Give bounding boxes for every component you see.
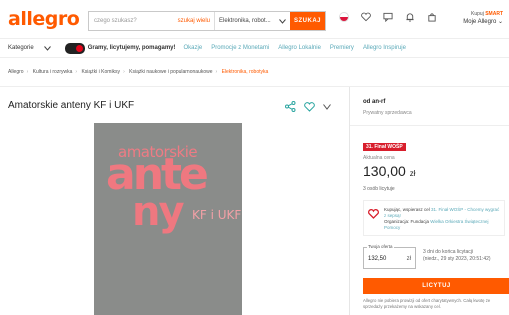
- categories-dropdown[interactable]: Kategorie: [8, 45, 51, 51]
- breadcrumb-item[interactable]: Książki naukowe i popularnonaukowe: [129, 69, 212, 75]
- charity-intro: Kupując, wspierasz cel: [384, 207, 432, 212]
- divider: [350, 125, 509, 126]
- title-actions: [285, 101, 331, 112]
- share-icon[interactable]: [285, 101, 296, 112]
- chat-icon[interactable]: [383, 12, 393, 22]
- breadcrumb-separator: ›: [75, 69, 78, 75]
- bid-count: 3 osób licytuje: [363, 186, 395, 192]
- top-icons: [339, 12, 437, 22]
- offer-field[interactable]: Twoja oferta 132,50 zł: [363, 244, 416, 269]
- offer-label: Twoja oferta: [367, 244, 394, 249]
- price-value: 130,00: [363, 163, 406, 179]
- cart-icon[interactable]: [427, 12, 437, 22]
- auction-end-remaining: 3 dni do końca licytacji: [423, 249, 474, 255]
- categories-label: Kategorie: [8, 45, 34, 51]
- breadcrumb-separator: ›: [215, 69, 218, 75]
- wosp-badge: 31. Finał WOŚP: [363, 143, 406, 151]
- charity-box: Kupując, wspierasz cel 31. Finał WOŚP - …: [363, 200, 505, 236]
- seller-prefix: od: [363, 99, 372, 105]
- wosp-text: Gramy, licytujemy, pomagamy!: [87, 45, 176, 51]
- wosp-logo-icon: [64, 42, 85, 54]
- nav-link-promocje[interactable]: Promocje z Monetami: [211, 45, 269, 51]
- product-image[interactable]: amatorskie ante ny KF i UKF: [94, 123, 242, 315]
- offer-unit: zł: [406, 256, 411, 262]
- flag-icon[interactable]: [339, 12, 349, 22]
- account-line1: Kupuj: [471, 11, 486, 17]
- nav-link-lokalnie[interactable]: Allegro Lokalnie: [278, 45, 321, 51]
- search-bar: czego szukasz? szukaj wielu Elektronika,…: [88, 11, 326, 31]
- breadcrumb-separator: ›: [26, 69, 29, 75]
- chevron-down-icon[interactable]: [323, 103, 331, 110]
- allegro-logo[interactable]: allegro: [8, 8, 80, 30]
- top-bar: allegro czego szukasz? szukaj wielu Elek…: [0, 0, 509, 38]
- category-nav: Kategorie Gramy, licytujemy, pomagamy! O…: [0, 38, 509, 58]
- search-button[interactable]: SZUKAJ: [290, 12, 325, 30]
- nav-link-inspiruje[interactable]: Allegro Inspiruje: [363, 45, 406, 51]
- product-title: Amatorskie anteny KF i UKF: [8, 100, 135, 111]
- heart-icon[interactable]: [304, 101, 315, 112]
- chevron-down-icon: [43, 45, 51, 51]
- charity-note: Allegro nie pobiera prowizji od ofert ch…: [363, 298, 491, 309]
- breadcrumb-separator: ›: [123, 69, 125, 75]
- nav-link-premiery[interactable]: Premiery: [330, 45, 354, 51]
- smart-badge: SMART: [485, 11, 503, 17]
- search-input[interactable]: czego szukasz?: [89, 18, 174, 24]
- offer-input[interactable]: 132,50: [368, 256, 386, 262]
- breadcrumb-current[interactable]: Elektronika, robotyka: [222, 69, 269, 75]
- price: 130,00 zł: [363, 163, 416, 179]
- charity-org-label: Organizacja: Fundacja: [384, 219, 431, 224]
- price-currency: zł: [409, 169, 416, 178]
- breadcrumb-item[interactable]: Kultura i rozrywka: [33, 69, 73, 75]
- account-menu[interactable]: Kupuj SMART Moje Allegro ⌄: [463, 10, 503, 26]
- account-label: Moje Allegro: [463, 19, 497, 25]
- seller-login: an-rf: [372, 99, 386, 105]
- heart-icon: [368, 209, 379, 219]
- breadcrumb: Allegro › Kultura i rozrywka › Książki i K…: [8, 69, 268, 75]
- heart-icon[interactable]: [361, 12, 371, 22]
- wosp-link[interactable]: Gramy, licytujemy, pomagamy!: [64, 42, 176, 54]
- seller-type: Prywatny sprzedawca: [363, 110, 412, 116]
- bell-icon[interactable]: [405, 12, 415, 22]
- breadcrumb-item[interactable]: Allegro: [8, 69, 24, 75]
- auction-end: 3 dni do końca licytacji (niedz., 29 sty…: [423, 249, 491, 263]
- chevron-down-icon: ⌄: [497, 19, 503, 25]
- nav-link-okazje[interactable]: Okazje: [184, 45, 203, 51]
- bid-button[interactable]: LICYTUJ: [363, 278, 509, 294]
- breadcrumb-item[interactable]: Książki i Komiksy: [81, 69, 120, 75]
- search-category-value: Elektronika, robot...: [219, 18, 271, 24]
- cover-text: ny: [132, 189, 185, 235]
- purchase-panel: od an-rf Prywatny sprzedawca 31. Finał W…: [349, 87, 509, 315]
- search-scope-link[interactable]: szukaj wielu: [174, 18, 214, 24]
- chevron-down-icon: [279, 18, 286, 24]
- cover-text: KF i UKF: [192, 208, 242, 222]
- auction-end-date: (niedz., 29 sty 2023, 20:51:42): [423, 256, 491, 262]
- seller-name[interactable]: od an-rf: [363, 99, 385, 105]
- search-category-select[interactable]: Elektronika, robot...: [214, 12, 290, 30]
- charity-text: Kupując, wspierasz cel 31. Finał WOŚP - …: [384, 207, 500, 230]
- price-label: Aktualna cena: [363, 155, 395, 161]
